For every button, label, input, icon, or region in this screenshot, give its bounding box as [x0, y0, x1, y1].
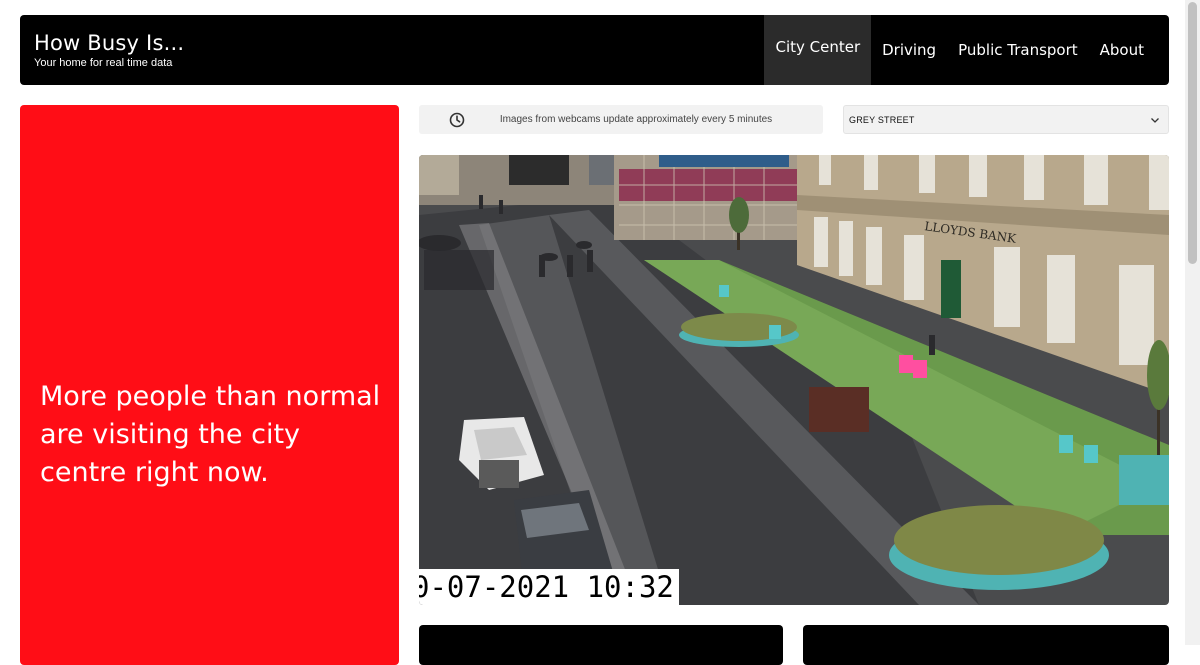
brand-title[interactable]: How Busy Is...: [34, 31, 184, 55]
brand-subtitle: Your home for real time data: [34, 57, 173, 69]
nav-public-transport[interactable]: Public Transport: [947, 15, 1089, 85]
busyness-message: More people than normal are visiting the…: [40, 381, 381, 488]
nav-about[interactable]: About: [1089, 15, 1169, 85]
camera-location-value: GREY STREET: [849, 115, 915, 125]
nav-city-center[interactable]: City Center: [764, 15, 872, 85]
webcam-update-info: Images from webcams update approximately…: [419, 105, 823, 134]
chevron-down-icon: [1151, 118, 1159, 123]
info-card-1: [419, 625, 783, 665]
nav-driving[interactable]: Driving: [871, 15, 947, 85]
main-nav: City Center Driving Public Transport Abo…: [764, 15, 1169, 85]
scrollbar-thumb[interactable]: [1188, 2, 1197, 264]
webcam-image: LLOYDS BANK 0-07-2021 10:32: [419, 155, 1169, 605]
page-scrollbar[interactable]: [1185, 0, 1200, 645]
webcam-update-text: Images from webcams update approximately…: [499, 114, 773, 125]
brand[interactable]: How Busy Is... Your home for real time d…: [34, 31, 184, 69]
info-card-2: [803, 625, 1169, 665]
camera-location-select[interactable]: GREY STREET: [843, 105, 1169, 134]
webcam-timestamp: 0-07-2021 10:32:44: [419, 569, 679, 605]
navbar: How Busy Is... Your home for real time d…: [20, 15, 1169, 85]
clock-icon: [449, 112, 465, 128]
webcam-scene: LLOYDS BANK: [419, 155, 1169, 605]
busyness-status-panel: More people than normal are visiting the…: [20, 105, 399, 665]
